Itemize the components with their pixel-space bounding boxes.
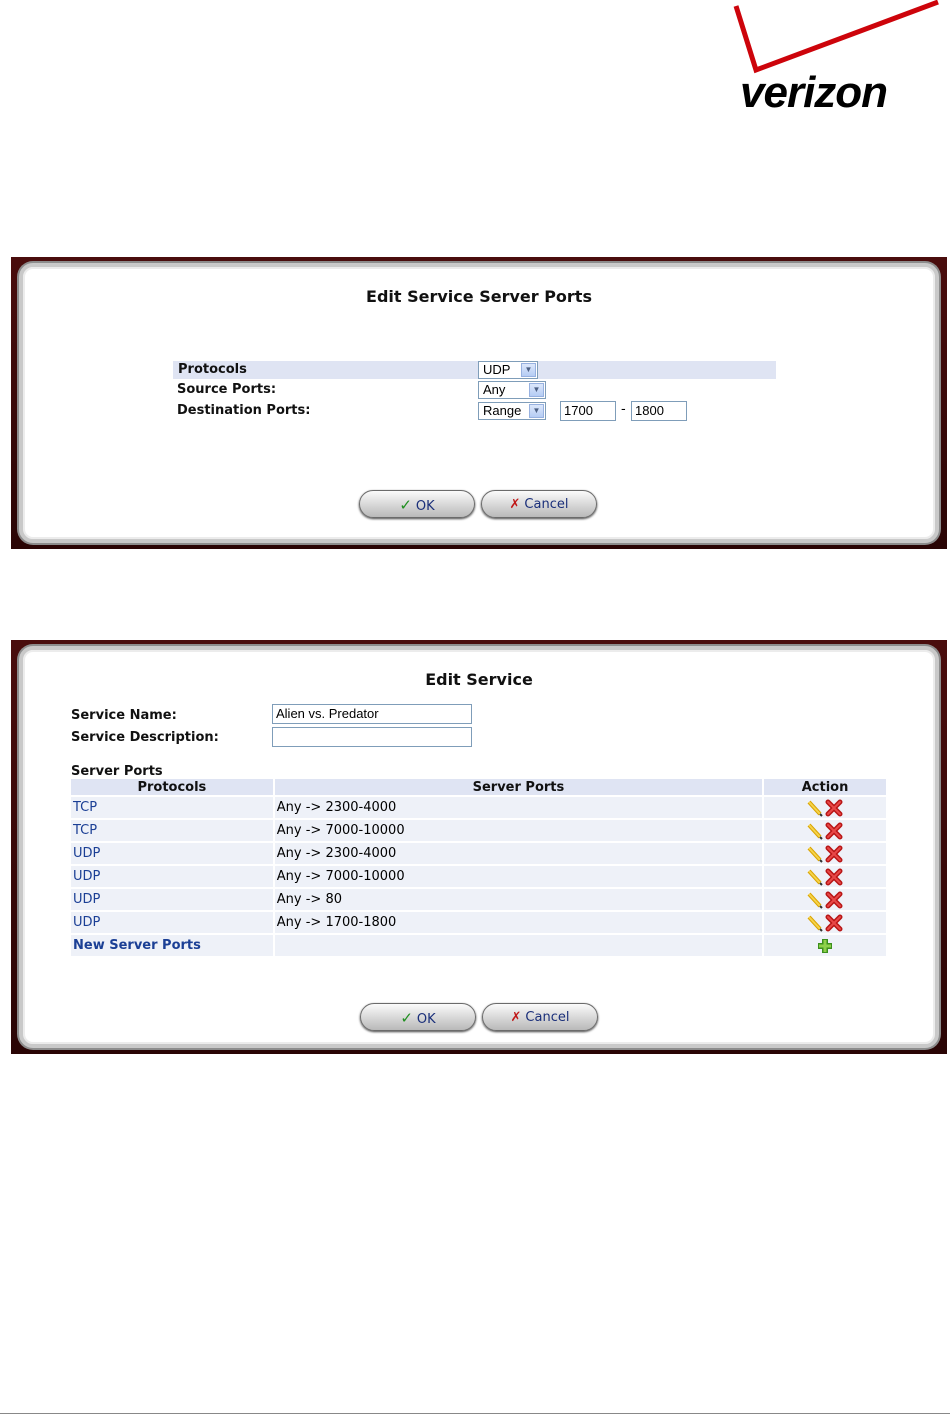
empty-cell	[273, 933, 765, 956]
cancel-label: Cancel	[524, 497, 569, 512]
server-ports-table: Protocols Server Ports Action TCP Any -> …	[71, 779, 888, 956]
pencil-icon[interactable]	[806, 869, 824, 886]
new-server-ports-link[interactable]: New Server Ports	[71, 933, 275, 956]
protocols-select-value: UDP	[483, 362, 511, 377]
delete-icon[interactable]	[824, 799, 844, 816]
service-description-input[interactable]	[272, 727, 472, 747]
action-cell	[763, 887, 888, 911]
new-server-ports-row: New Server Ports	[71, 933, 888, 956]
protocol-link[interactable]: UDP	[71, 841, 275, 865]
source-ports-label: Source Ports:	[177, 382, 277, 397]
cancel-label: Cancel	[525, 1010, 570, 1025]
delete-icon[interactable]	[824, 891, 844, 908]
pencil-icon[interactable]	[806, 892, 824, 909]
chevron-down-icon[interactable]: ▼	[529, 404, 544, 418]
protocols-row	[173, 361, 776, 379]
range-to-input[interactable]: 1800	[631, 401, 687, 421]
plus-icon[interactable]	[815, 938, 835, 953]
check-icon: ✓	[399, 496, 412, 514]
service-description-label: Service Description:	[71, 730, 219, 745]
protocol-link[interactable]: UDP	[71, 864, 275, 888]
panel-body: Edit Service Service Name: Alien vs. Pre…	[19, 646, 939, 1048]
service-name-label: Service Name:	[71, 708, 177, 723]
delete-icon[interactable]	[824, 845, 844, 862]
chevron-down-icon[interactable]: ▼	[529, 383, 544, 397]
action-cell	[763, 818, 888, 842]
table-row: UDP Any -> 7000-10000	[71, 864, 888, 888]
ok-label: OK	[415, 499, 435, 514]
check-icon: ✓	[400, 1009, 413, 1027]
destination-ports-label: Destination Ports:	[177, 403, 311, 418]
ok-label: OK	[416, 1012, 436, 1027]
destination-ports-select-value: Range	[483, 403, 522, 418]
table-row: UDP Any -> 2300-4000	[71, 841, 888, 865]
server-ports-cell: Any -> 80	[273, 887, 765, 911]
range-from-input[interactable]: 1700	[560, 401, 616, 421]
pencil-icon[interactable]	[806, 823, 824, 840]
table-row: TCP Any -> 2300-4000	[71, 795, 888, 819]
server-ports-cell: Any -> 2300-4000	[273, 841, 765, 865]
table-header-row: Protocols Server Ports Action	[71, 779, 888, 796]
protocol-link[interactable]: TCP	[71, 818, 275, 842]
action-cell	[763, 841, 888, 865]
cancel-button[interactable]: ✗ Cancel	[482, 1003, 598, 1031]
protocol-link[interactable]: UDP	[71, 910, 275, 934]
footer-divider	[0, 1413, 950, 1414]
column-header-protocols: Protocols	[71, 779, 275, 796]
cancel-button[interactable]: ✗ Cancel	[481, 490, 597, 518]
range-separator: -	[621, 402, 626, 417]
verizon-logo: verizon	[732, 0, 942, 122]
source-ports-select-value: Any	[483, 382, 506, 397]
table-row: UDP Any -> 1700-1800	[71, 910, 888, 934]
ok-button[interactable]: ✓ OK	[359, 490, 475, 518]
pencil-icon[interactable]	[806, 800, 824, 817]
chevron-down-icon[interactable]: ▼	[521, 363, 536, 377]
column-header-server-ports: Server Ports	[273, 779, 765, 796]
column-header-action: Action	[763, 779, 888, 796]
page-title: Edit Service Server Ports	[366, 287, 592, 306]
destination-ports-select[interactable]: Range ▼	[478, 402, 546, 420]
logo-text: verizon	[740, 68, 888, 117]
server-ports-cell: Any -> 7000-10000	[273, 864, 765, 888]
delete-icon[interactable]	[824, 822, 844, 839]
source-ports-select[interactable]: Any ▼	[478, 381, 546, 399]
protocols-select[interactable]: UDP ▼	[478, 361, 538, 379]
server-ports-heading: Server Ports	[71, 764, 163, 779]
action-cell	[763, 910, 888, 934]
delete-icon[interactable]	[824, 914, 844, 931]
edit-service-server-ports-panel: Edit Service Server Ports Protocols UDP …	[11, 257, 947, 549]
server-ports-cell: Any -> 7000-10000	[273, 818, 765, 842]
action-cell	[763, 795, 888, 819]
pencil-icon[interactable]	[806, 915, 824, 932]
table-row: TCP Any -> 7000-10000	[71, 818, 888, 842]
x-icon: ✗	[510, 1010, 522, 1025]
protocol-link[interactable]: TCP	[71, 795, 275, 819]
panel-body: Edit Service Server Ports Protocols UDP …	[19, 263, 939, 543]
protocol-link[interactable]: UDP	[71, 887, 275, 911]
edit-service-panel: Edit Service Service Name: Alien vs. Pre…	[11, 640, 947, 1054]
action-cell	[763, 933, 888, 956]
ok-button[interactable]: ✓ OK	[360, 1003, 476, 1031]
service-name-input[interactable]: Alien vs. Predator	[272, 704, 472, 724]
delete-icon[interactable]	[824, 868, 844, 885]
table-row: UDP Any -> 80	[71, 887, 888, 911]
page-title: Edit Service	[425, 670, 533, 689]
action-cell	[763, 864, 888, 888]
pencil-icon[interactable]	[806, 846, 824, 863]
x-icon: ✗	[509, 497, 521, 512]
protocols-label: Protocols	[178, 362, 247, 377]
server-ports-cell: Any -> 2300-4000	[273, 795, 765, 819]
server-ports-cell: Any -> 1700-1800	[273, 910, 765, 934]
